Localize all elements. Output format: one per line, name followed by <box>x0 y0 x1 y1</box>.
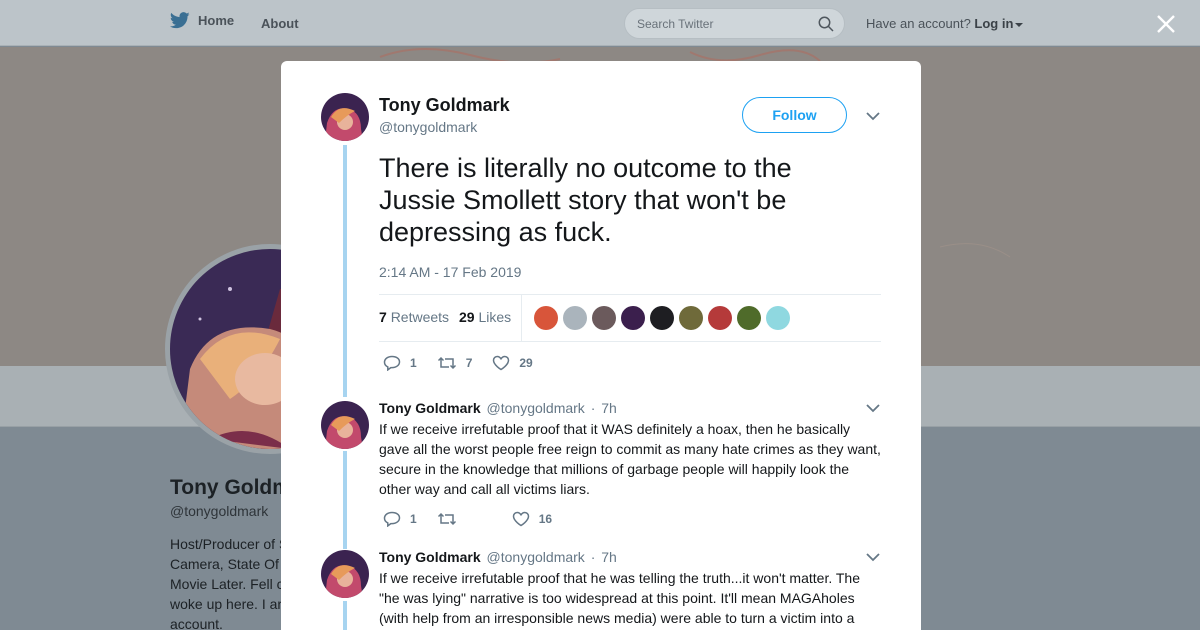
retweet-action[interactable] <box>437 511 466 527</box>
liker-avatar[interactable] <box>621 306 645 330</box>
retweet-icon <box>437 512 456 526</box>
top-nav: Home About Search Twitter Have an accoun… <box>0 0 1200 46</box>
retweet-icon <box>437 356 456 370</box>
chevron-down-icon[interactable] <box>865 552 881 562</box>
reply-header: Tony Goldmark @tonygoldmark · 7h <box>379 400 617 416</box>
thread-line <box>343 601 347 630</box>
likes-stat[interactable]: 29 Likes <box>459 309 511 325</box>
tweet-text: There is literally no outcome to the Jus… <box>379 153 792 247</box>
liker-avatar[interactable] <box>766 306 790 330</box>
avatar-image <box>321 93 369 141</box>
retweet-action[interactable]: 7 <box>437 355 473 371</box>
avatar-image <box>321 550 369 598</box>
like-count: 29 <box>519 356 533 370</box>
tweet-stats: 7 Retweets 29 Likes <box>379 294 881 342</box>
reply-count: 1 <box>410 512 417 526</box>
chevron-down-icon[interactable] <box>865 403 881 413</box>
reply-action[interactable]: 1 <box>383 511 417 527</box>
dot-separator: · <box>590 400 596 416</box>
heart-icon <box>512 511 529 527</box>
liker-avatar[interactable] <box>708 306 732 330</box>
account-area: Have an account? Log in <box>866 16 1024 31</box>
reply-author-handle[interactable]: @tonygoldmark <box>487 400 585 416</box>
reply-age[interactable]: 7h <box>601 549 617 565</box>
account-prompt: Have an account? <box>866 16 971 31</box>
reply-actions: 1 16 <box>383 511 572 527</box>
login-link[interactable]: Log in <box>974 16 1013 31</box>
retweets-label: Retweets <box>390 309 450 325</box>
reply-header: Tony Goldmark @tonygoldmark · 7h <box>379 549 617 565</box>
profile-bio: Host/Producer of S Camera, State Of Movi… <box>170 534 282 630</box>
like-action[interactable]: 16 <box>512 511 552 527</box>
reply-avatar[interactable] <box>321 550 369 598</box>
bio-line: woke up here. I ar <box>170 596 282 612</box>
bio-line: Camera, State Of <box>170 556 279 572</box>
retweets-count: 7 <box>379 309 387 325</box>
reply-icon <box>383 511 401 527</box>
thread-line <box>343 451 347 549</box>
search-placeholder: Search Twitter <box>637 17 714 31</box>
bio-line: Movie Later. Fell c <box>170 576 282 592</box>
nav-home-link[interactable]: Home <box>170 12 234 29</box>
liker-avatars <box>534 306 790 330</box>
reply-action[interactable]: 1 <box>383 355 417 371</box>
stats-divider <box>521 295 522 341</box>
bio-line: Host/Producer of S <box>170 536 282 552</box>
liker-avatar[interactable] <box>592 306 616 330</box>
search-input[interactable]: Search Twitter <box>624 8 845 39</box>
likes-label: Likes <box>478 309 512 325</box>
like-action[interactable]: 29 <box>492 355 533 371</box>
liker-avatar[interactable] <box>737 306 761 330</box>
twitter-bird-icon <box>170 12 190 29</box>
heart-icon <box>493 355 510 371</box>
reply-author-handle[interactable]: @tonygoldmark <box>487 549 585 565</box>
retweets-stat[interactable]: 7 Retweets <box>379 309 449 325</box>
avatar-image <box>321 401 369 449</box>
tweet-actions: 1 7 29 <box>383 355 553 371</box>
reply-author-name[interactable]: Tony Goldmark <box>379 549 481 565</box>
liker-avatar[interactable] <box>534 306 558 330</box>
caret-down-icon[interactable] <box>1015 22 1024 27</box>
profile-handle: @tonygoldmark <box>170 503 269 519</box>
follow-button[interactable]: Follow <box>742 97 847 133</box>
reply-count: 1 <box>410 356 417 370</box>
nav-about-link[interactable]: About <box>261 16 299 31</box>
reply-author-name[interactable]: Tony Goldmark <box>379 400 481 416</box>
author-name[interactable]: Tony Goldmark <box>379 95 510 116</box>
tweet-timestamp[interactable]: 2:14 AM - 17 Feb 2019 <box>379 264 521 280</box>
dot-separator: · <box>590 549 596 565</box>
reply-avatar[interactable] <box>321 401 369 449</box>
liker-avatar[interactable] <box>650 306 674 330</box>
reply-text: If we receive irrefutable proof that it … <box>379 421 881 497</box>
retweet-count: 7 <box>465 356 473 370</box>
chevron-down-icon[interactable] <box>865 111 881 121</box>
search-icon[interactable] <box>818 16 834 32</box>
author-handle[interactable]: @tonygoldmark <box>379 119 477 135</box>
reply-text: If we receive irrefutable proof that he … <box>379 570 860 626</box>
tweet-modal: Tony Goldmark @tonygoldmark Follow There… <box>281 61 921 630</box>
author-avatar[interactable] <box>321 93 369 141</box>
thread-line <box>343 145 347 397</box>
nav-home-label: Home <box>198 13 235 28</box>
liker-avatar[interactable] <box>679 306 703 330</box>
reply-icon <box>383 355 401 371</box>
close-icon[interactable] <box>1155 13 1177 35</box>
like-count: 16 <box>538 512 553 526</box>
reply-age[interactable]: 7h <box>601 400 617 416</box>
likes-count: 29 <box>459 309 475 325</box>
liker-avatar[interactable] <box>563 306 587 330</box>
bio-line: account. <box>170 616 223 630</box>
